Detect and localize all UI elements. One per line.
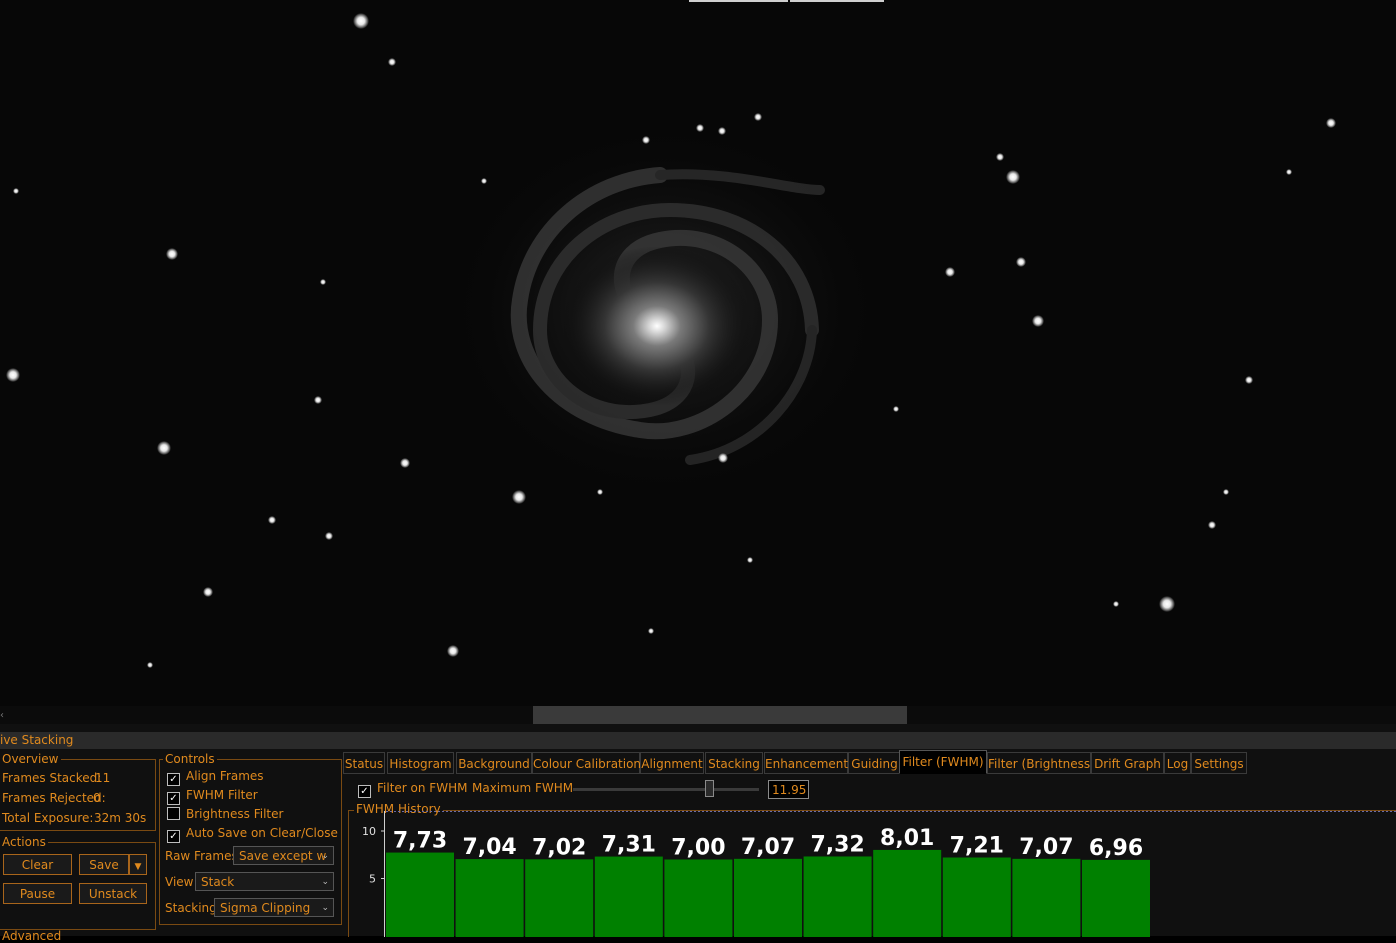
bar-value-label: 7,32 xyxy=(810,832,864,857)
checkbox-box: ✓ xyxy=(167,773,180,786)
filter-on-fwhm-label: Filter on FWHM xyxy=(377,781,468,795)
controls-legend: Controls xyxy=(163,752,217,766)
align-frames-checkbox[interactable]: ✓ Align Frames xyxy=(167,769,264,786)
y-tick-label: 5 xyxy=(369,873,376,886)
tab-alignment[interactable]: Alignment xyxy=(640,752,704,774)
tab-histogram[interactable]: Histogram xyxy=(387,752,454,774)
chevron-down-icon: ⌄ xyxy=(321,877,329,887)
tab-stacking[interactable]: Stacking xyxy=(705,752,763,774)
frames-stacked-value: 11 xyxy=(95,771,111,785)
auto-save-checkbox[interactable]: ✓ Auto Save on Clear/Close xyxy=(167,826,338,843)
actions-legend: Actions xyxy=(0,835,48,849)
unstack-button[interactable]: Unstack xyxy=(79,883,147,904)
advanced-legend[interactable]: Advanced xyxy=(2,929,61,943)
bar xyxy=(386,852,454,937)
bar-value-label: 8,01 xyxy=(880,826,934,851)
pause-button[interactable]: Pause xyxy=(3,883,72,904)
y-tick-label: 10 xyxy=(362,825,376,838)
total-exposure-label: Total Exposure: xyxy=(2,811,94,825)
max-fwhm-slider[interactable] xyxy=(573,788,759,791)
bar xyxy=(873,849,942,937)
brightness-filter-checkbox[interactable]: Brightness Filter xyxy=(167,807,283,822)
frames-stacked-label: Frames Stacked: xyxy=(2,771,102,785)
save-dropdown-button[interactable]: ▼ xyxy=(129,854,147,875)
stacking-label: Stacking xyxy=(165,901,217,915)
bar-value-label: 6,96 xyxy=(1089,836,1143,861)
raw-frames-value: Save except w xyxy=(239,849,327,863)
fwhm-history-group: FWHM History 10 5 7,73 7,04 7,02 7,31 7,00 7,07… xyxy=(348,802,1396,937)
stacked-image-view[interactable]: ‹ xyxy=(0,0,1396,724)
scroll-left-icon[interactable]: ‹ xyxy=(0,710,4,721)
view-value: Stack xyxy=(201,875,235,889)
tab-filter-brightness[interactable]: Filter (Brightness) xyxy=(987,752,1095,774)
live-stacking-panel: ive Stacking Overview Frames Stacked: 11… xyxy=(0,724,1396,943)
save-button[interactable]: Save xyxy=(79,854,129,875)
stacking-select[interactable]: Sigma Clipping ⌄ xyxy=(214,898,334,917)
checkbox-box: ✓ xyxy=(167,792,180,805)
bar-value-label: 7,00 xyxy=(671,836,725,861)
tab-drift-graph[interactable]: Drift Graph xyxy=(1091,752,1164,774)
view-label: View xyxy=(165,875,194,889)
chevron-down-icon: ⌄ xyxy=(321,903,329,913)
auto-save-label: Auto Save on Clear/Close xyxy=(186,826,338,840)
bar-value-label: 7,07 xyxy=(1019,835,1073,860)
filter-on-fwhm-checkbox[interactable]: ✓ Filter on FWHM xyxy=(358,781,468,798)
chevron-down-icon: ▼ xyxy=(134,862,142,872)
bar xyxy=(525,859,594,937)
frames-rejected-label: Frames Rejected: xyxy=(2,791,106,805)
galaxy-image xyxy=(6,13,1336,668)
controls-group: Controls ✓ Align Frames ✓ FWHM Filter Brig… xyxy=(159,752,342,925)
bar xyxy=(803,856,872,937)
max-fwhm-input[interactable]: 11.95 xyxy=(768,780,809,799)
brightness-filter-label: Brightness Filter xyxy=(186,807,284,821)
bar xyxy=(1082,859,1150,937)
tab-enhancement[interactable]: Enhancement xyxy=(764,752,848,774)
overview-legend: Overview xyxy=(0,752,61,766)
tab-colour-calibration[interactable]: Colour Calibration xyxy=(532,752,641,774)
bar-value-label: 7,73 xyxy=(393,829,447,854)
bar-value-label: 7,21 xyxy=(950,834,1004,859)
horizontal-scrollbar[interactable]: ‹ xyxy=(0,706,1396,724)
actions-group: Actions Clear Save ▼ Pause Unstack xyxy=(0,835,156,930)
view-select[interactable]: Stack ⌄ xyxy=(195,872,334,891)
scrollbar-thumb[interactable] xyxy=(533,706,907,724)
bar-value-label: 7,31 xyxy=(602,833,656,858)
bar xyxy=(594,856,663,937)
slider-thumb[interactable] xyxy=(704,780,714,797)
bar-value-label: 7,07 xyxy=(741,835,795,860)
align-frames-label: Align Frames xyxy=(186,769,264,783)
hidden-tab-strip xyxy=(689,0,788,2)
bar-value-label: 7,04 xyxy=(462,835,516,860)
tab-filter-fwhm[interactable]: Filter (FWHM) xyxy=(899,750,987,774)
hidden-tab-strip xyxy=(790,0,884,2)
chevron-down-icon: ⌄ xyxy=(321,851,329,861)
fwhm-filter-label: FWHM Filter xyxy=(186,788,258,802)
bar xyxy=(1012,858,1081,937)
stacking-value: Sigma Clipping xyxy=(220,901,311,915)
bar xyxy=(664,859,733,937)
tab-log[interactable]: Log xyxy=(1164,752,1191,774)
tab-settings[interactable]: Settings xyxy=(1191,752,1247,774)
clear-button[interactable]: Clear xyxy=(3,854,72,875)
raw-frames-select[interactable]: Save except w ⌄ xyxy=(233,846,334,865)
tab-guiding[interactable]: Guiding xyxy=(848,752,901,774)
checkbox-box xyxy=(167,807,180,820)
frames-rejected-value: 0 xyxy=(93,791,101,805)
panel-title-bar: ive Stacking xyxy=(0,732,1396,749)
fwhm-history-chart: 10 5 7,73 7,04 7,02 7,31 7,00 7,07 7,32 8,01 7,21 7… xyxy=(362,811,1396,937)
bar-value-label: 7,02 xyxy=(532,835,586,860)
checkbox-box: ✓ xyxy=(358,785,371,798)
overview-group: Overview Frames Stacked: 11 Frames Rejec… xyxy=(0,752,156,831)
checkbox-box: ✓ xyxy=(167,830,180,843)
tab-status[interactable]: Status xyxy=(343,752,385,774)
bar xyxy=(455,859,524,937)
panel-title: ive Stacking xyxy=(0,733,74,747)
raw-frames-label: Raw Frames xyxy=(165,849,238,863)
fwhm-filter-checkbox[interactable]: ✓ FWHM Filter xyxy=(167,788,258,805)
tab-background[interactable]: Background xyxy=(456,752,532,774)
max-fwhm-label: Maximum FWHM xyxy=(472,781,574,795)
total-exposure-value: 32m 30s xyxy=(94,811,147,825)
bar xyxy=(942,857,1011,937)
bar xyxy=(734,858,802,937)
